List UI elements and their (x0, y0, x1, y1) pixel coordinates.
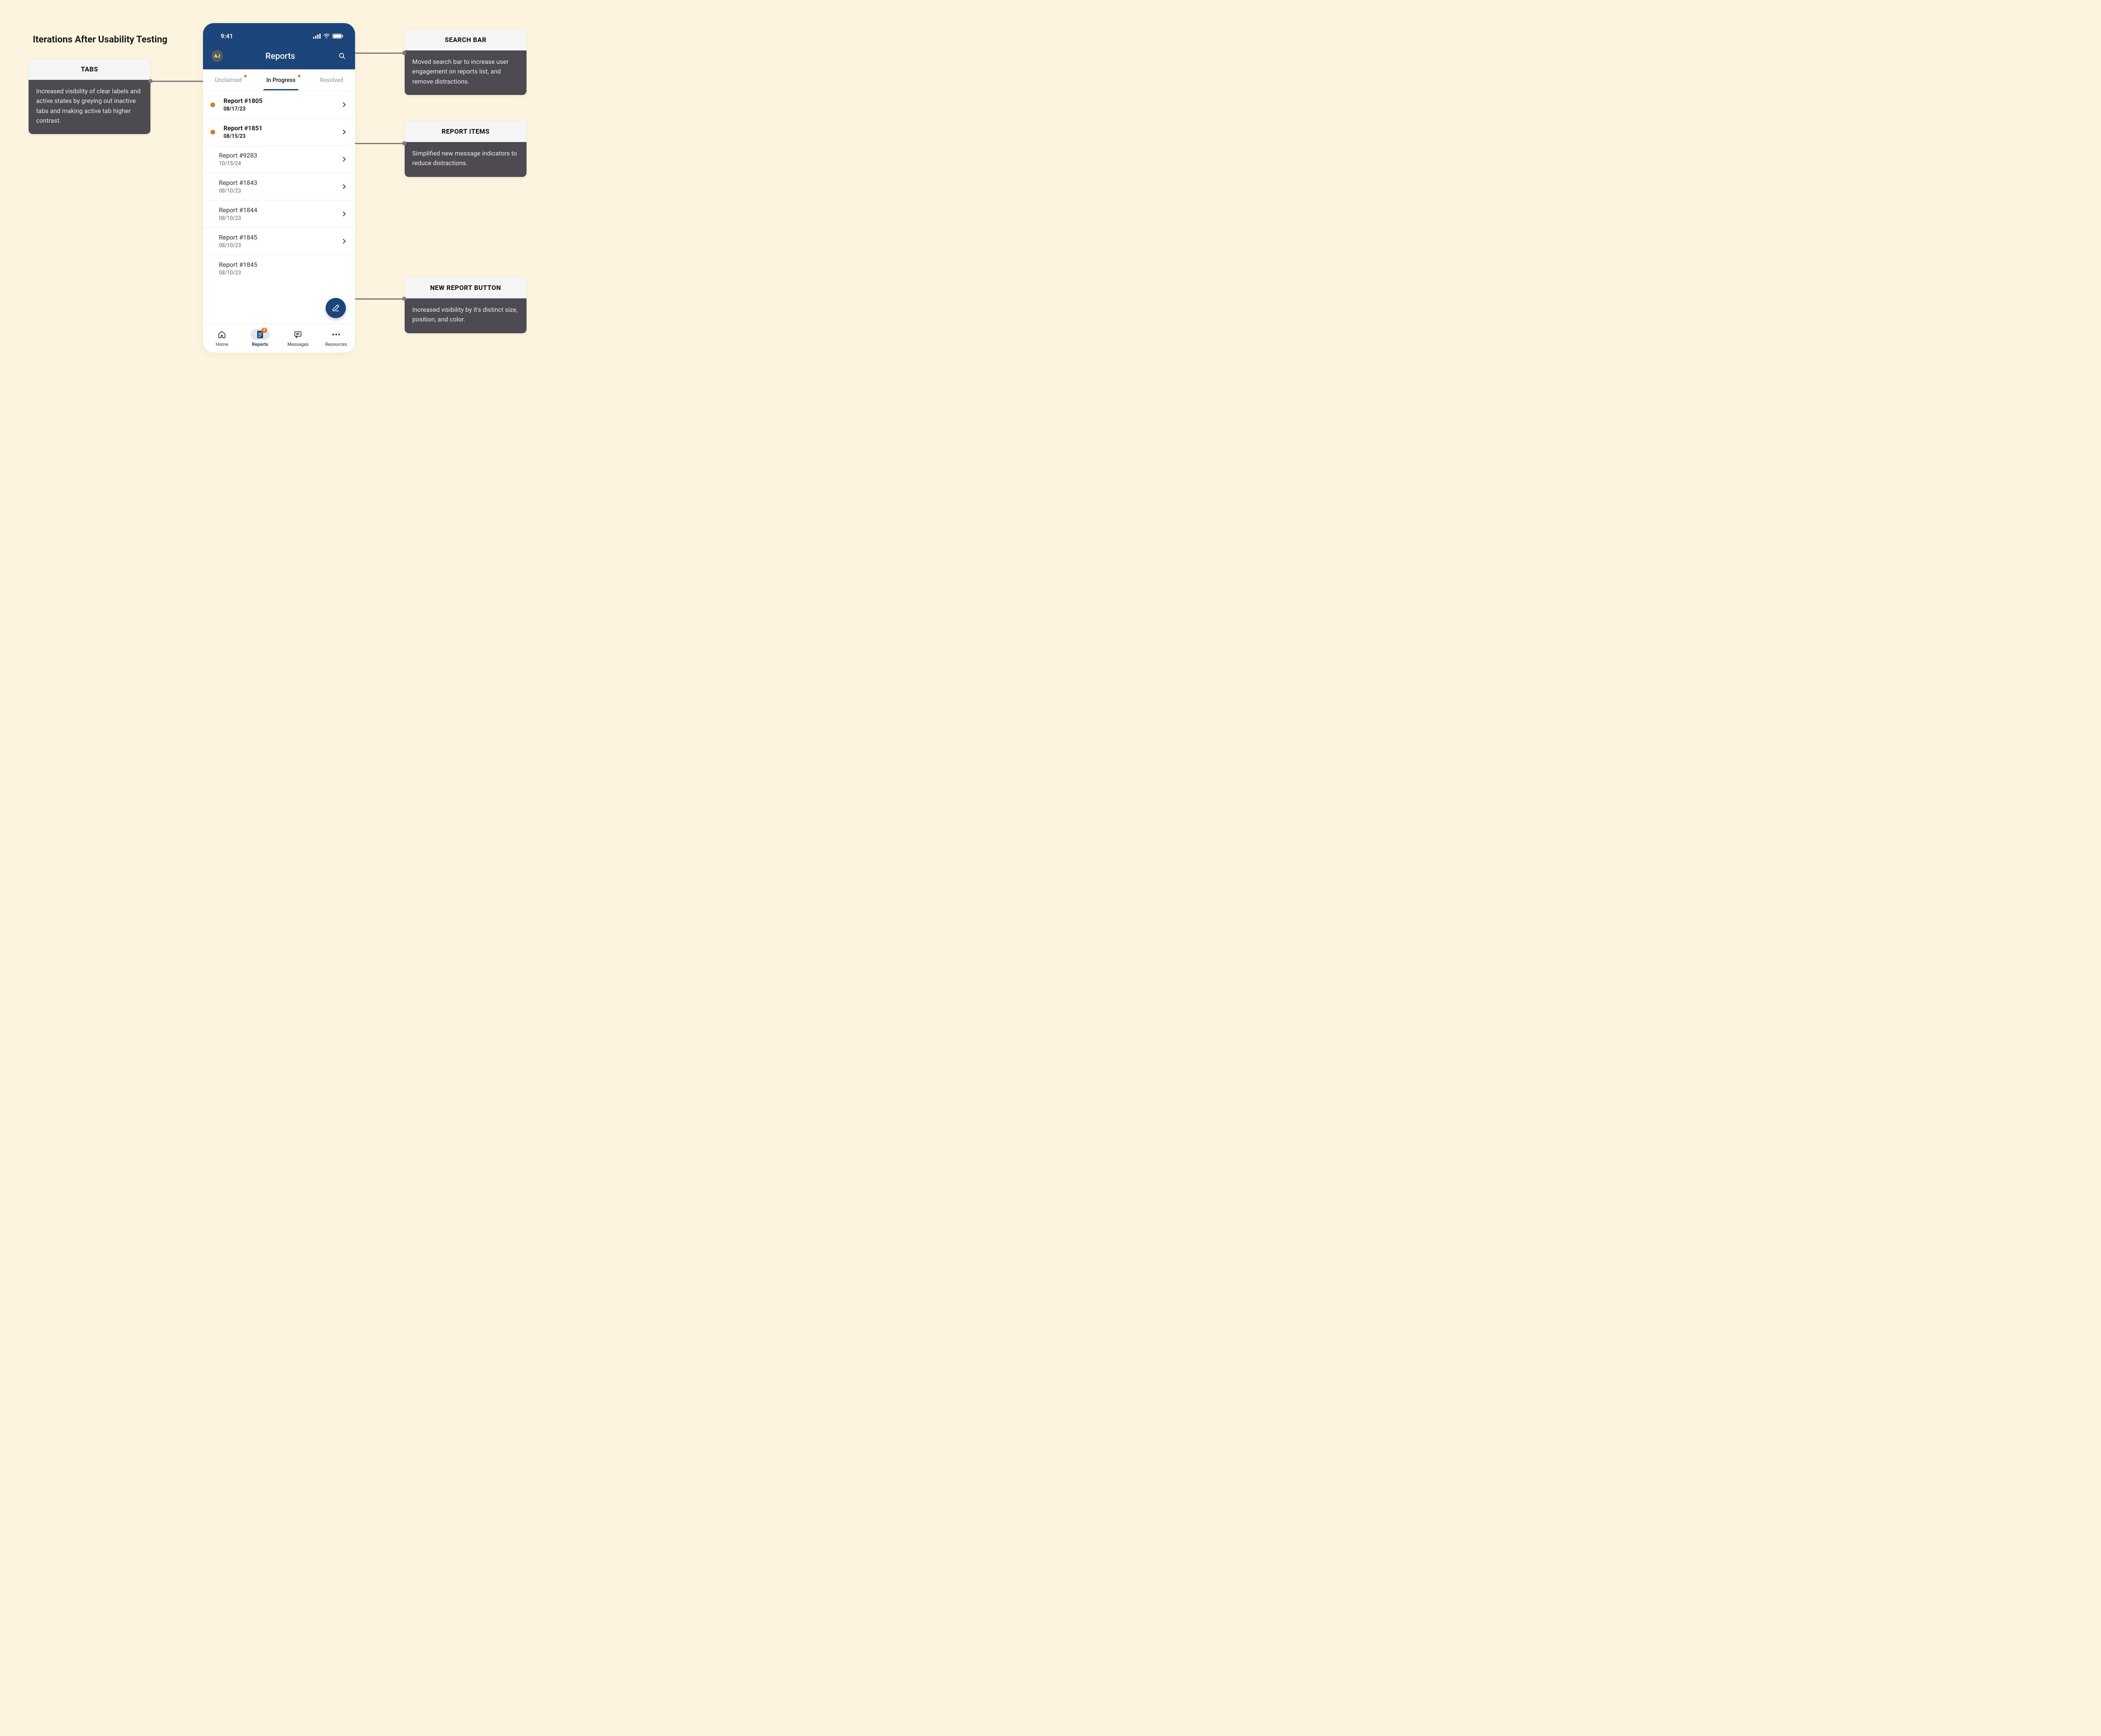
compose-icon (332, 304, 340, 312)
tab-unclaimed-label: Unclaimed (215, 77, 242, 84)
avatar[interactable]: AJ (211, 50, 223, 62)
annotation-search: SEARCH BAR Moved search bar to increase … (405, 29, 527, 95)
list-item[interactable]: Report #1851 08/15/23 (203, 119, 355, 146)
tab-indicator-dot (298, 75, 300, 77)
annotation-tabs: TABS Increased visibility of clear label… (29, 59, 150, 134)
report-title: Report #1843 (219, 179, 342, 187)
annotation-search-heading: SEARCH BAR (405, 29, 527, 50)
tab-indicator-dot (244, 75, 247, 77)
screen-title: Reports (223, 51, 337, 61)
report-date: 08/10/23 (219, 188, 342, 194)
annotation-search-body: Moved search bar to increase user engage… (405, 50, 527, 95)
tab-unclaimed[interactable]: Unclaimed (213, 71, 243, 90)
messages-icon (294, 330, 302, 339)
connector-search (347, 53, 404, 54)
annotation-tabs-heading: TABS (29, 59, 150, 80)
nav-reports-label: Reports (252, 342, 268, 347)
report-date: 08/10/23 (219, 242, 342, 249)
home-icon (218, 330, 226, 339)
tab-resolved[interactable]: Resolved (319, 71, 345, 90)
signal-icon (313, 34, 321, 39)
list-item[interactable]: Report #9283 10/15/24 (203, 146, 355, 173)
tab-in-progress[interactable]: In Progress (265, 71, 297, 90)
more-icon (332, 333, 340, 336)
tab-resolved-label: Resolved (320, 77, 343, 84)
annotation-tabs-body: Increased visibility of clear labels and… (29, 80, 150, 134)
report-date: 08/10/23 (219, 270, 346, 276)
report-title: Report #1805 (224, 97, 342, 105)
search-button[interactable] (337, 51, 347, 61)
report-title: Report #1845 (219, 261, 346, 269)
nav-home[interactable]: Home (203, 324, 241, 353)
chevron-right-icon (342, 211, 346, 216)
chevron-right-icon (342, 129, 346, 134)
page-title: Iterations After Usability Testing (33, 34, 167, 45)
bottom-nav: Home 4 Reports Messages Resources (203, 323, 355, 353)
app-header: 9:41 AJ Reports (203, 23, 355, 69)
annotation-items-heading: REPORT ITEMS (405, 121, 527, 142)
new-report-button[interactable] (326, 298, 346, 318)
list-item[interactable]: Report #1845 08/10/23 (203, 228, 355, 255)
nav-home-label: Home (216, 342, 228, 347)
report-title: Report #1851 (224, 124, 342, 132)
annotation-button: NEW REPORT BUTTON Increased visibility b… (405, 277, 527, 333)
report-date: 08/10/23 (219, 215, 342, 221)
status-time: 9:41 (221, 32, 233, 40)
search-icon (338, 52, 346, 60)
nav-badge: 4 (261, 328, 267, 333)
tab-in-progress-label: In Progress (266, 77, 295, 84)
annotation-items: REPORT ITEMS Simplified new message indi… (405, 121, 527, 177)
chevron-right-icon (342, 239, 346, 244)
nav-resources-label: Resources (325, 342, 347, 347)
report-title: Report #1844 (219, 206, 342, 214)
list-item[interactable]: Report #1845 08/10/23 (203, 255, 355, 282)
list-item[interactable]: Report #1844 08/10/23 (203, 200, 355, 228)
annotation-items-body: Simplified new message indicators to red… (405, 142, 527, 177)
report-date: 08/17/23 (224, 106, 342, 112)
annotation-button-body: Increased visibility by it's distinct si… (405, 298, 527, 333)
status-bar: 9:41 (221, 32, 343, 40)
report-date: 10/15/24 (219, 161, 342, 167)
list-item[interactable]: Report #1843 08/10/23 (203, 173, 355, 200)
report-title: Report #9283 (219, 152, 342, 159)
annotation-button-heading: NEW REPORT BUTTON (405, 277, 527, 298)
nav-messages-label: Messages (287, 342, 308, 347)
report-list: Report #1805 08/17/23 Report #1851 08/15… (203, 91, 355, 282)
phone-frame: 9:41 AJ Reports Unclaimed (203, 23, 355, 353)
battery-icon (332, 34, 343, 39)
nav-messages[interactable]: Messages (279, 324, 317, 353)
nav-reports[interactable]: 4 Reports (241, 324, 279, 353)
chevron-right-icon (342, 157, 346, 162)
report-title: Report #1845 (219, 234, 342, 241)
report-date: 08/15/23 (224, 133, 342, 140)
nav-resources[interactable]: Resources (317, 324, 355, 353)
connector-items (349, 143, 404, 144)
chevron-right-icon (342, 184, 346, 189)
unread-indicator (211, 103, 215, 107)
tabs-bar: Unclaimed In Progress Resolved (203, 69, 355, 91)
wifi-icon (323, 34, 330, 39)
chevron-right-icon (342, 102, 346, 107)
connector-button (349, 298, 404, 300)
unread-indicator (211, 130, 215, 134)
list-item[interactable]: Report #1805 08/17/23 (203, 91, 355, 119)
